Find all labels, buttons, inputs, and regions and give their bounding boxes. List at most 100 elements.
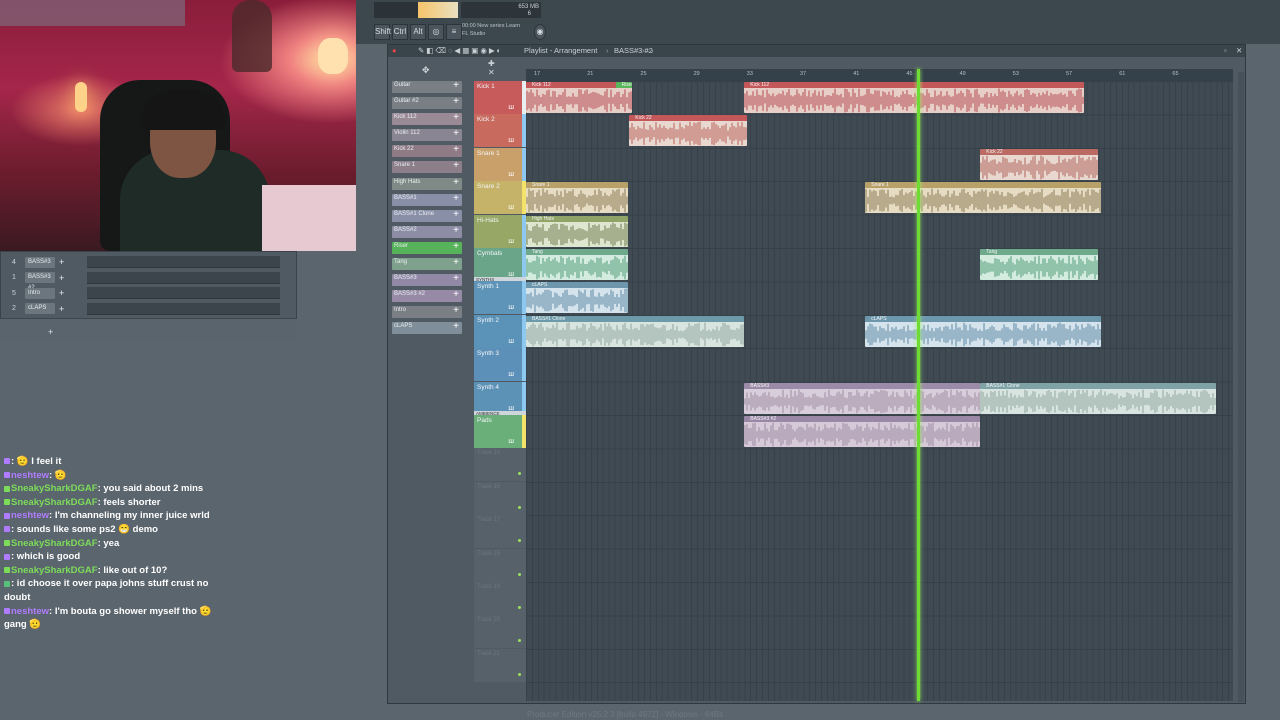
track-instrument-icon[interactable]: ш <box>508 137 514 144</box>
pattern-item[interactable]: Tang + <box>392 257 462 271</box>
pattern-item[interactable]: Riser + <box>392 241 462 254</box>
arrangement-grid[interactable]: Kick 112 Riser Kick 112 Kick 22 Kick 22 Snare… <box>526 81 1233 701</box>
add-pattern-icon[interactable]: + <box>453 112 459 123</box>
audio-clip[interactable]: Riser <box>615 82 633 113</box>
channel-row[interactable]: 1 BASS#3 #2 + <box>7 272 67 291</box>
audio-clip[interactable]: Kick 22 <box>629 115 748 147</box>
track-instrument-icon[interactable]: ш <box>508 304 514 311</box>
track-enable-icon[interactable] <box>518 672 521 676</box>
pattern-item[interactable]: BASS#3 + <box>392 273 462 287</box>
audio-clip[interactable]: Snare 1 <box>526 182 629 214</box>
track-header[interactable]: Snare 2 ш <box>474 181 526 215</box>
chat-username[interactable]: neshtew <box>11 470 49 481</box>
vertical-scrollbar[interactable] <box>1238 72 1244 702</box>
chat-username[interactable]: neshtew <box>11 510 49 521</box>
maximize-icon[interactable]: ▫ <box>1224 46 1227 55</box>
track-enable-icon[interactable] <box>518 606 521 609</box>
pattern-item[interactable]: BASS#3 #2 + <box>392 289 462 303</box>
plus-icon[interactable]: + <box>59 288 67 298</box>
plus-icon[interactable]: + <box>59 273 67 283</box>
add-pattern-icon[interactable]: + <box>453 321 459 332</box>
alt-key-button[interactable]: Alt <box>410 24 426 40</box>
chat-username[interactable]: SneakySharkDGAF <box>11 538 98 549</box>
audio-clip[interactable]: Kick 112 <box>744 82 1084 113</box>
pattern-item[interactable]: Snare 1 + <box>392 160 462 174</box>
track-header[interactable]: Synth 1 ш <box>474 281 526 315</box>
breadcrumb-nav-icons[interactable]: › ‹ › <box>642 46 654 55</box>
track-header[interactable]: Synth 2 ш <box>474 314 526 348</box>
track-enable-icon[interactable] <box>518 639 521 643</box>
plus-icon[interactable]: + <box>59 257 67 267</box>
pattern-item[interactable]: Guitar #2 + <box>392 96 462 110</box>
add-pattern-icon[interactable]: + <box>453 305 459 316</box>
audio-clip[interactable]: BASS#1 Clone <box>526 315 745 347</box>
empty-track-header[interactable]: Track 15 <box>474 448 526 482</box>
track-header[interactable]: Synth 4ш <box>474 381 526 415</box>
add-pattern-icon[interactable]: + <box>453 96 459 107</box>
add-channel-icon[interactable]: + <box>48 327 53 337</box>
pattern-item[interactable]: Kick 112 + <box>392 112 462 126</box>
channel-row[interactable]: 2 cLAPS + <box>7 303 67 315</box>
channel-name-button[interactable]: cLAPS <box>25 303 55 314</box>
chat-username[interactable]: SneakySharkDGAF <box>11 483 98 494</box>
track-header[interactable]: Snare 1 ш <box>474 147 526 181</box>
add-pattern-icon[interactable]: + <box>453 144 459 155</box>
audio-clip[interactable]: Kick 112 <box>526 82 629 113</box>
audio-clip[interactable]: Snare 1 <box>865 182 1102 214</box>
track-instrument-icon[interactable]: ш <box>508 238 514 245</box>
track-instrument-icon[interactable]: ш <box>508 438 514 445</box>
playhead[interactable] <box>916 69 920 701</box>
add-pattern-icon[interactable]: + <box>453 257 459 268</box>
add-pattern-icon[interactable]: + <box>453 241 459 252</box>
pattern-item[interactable]: BASS#1 + <box>392 193 462 206</box>
chat-username[interactable]: SneakySharkDGAF <box>11 497 98 508</box>
track-header[interactable]: Synth 3 ш <box>474 348 526 382</box>
add-pattern-icon[interactable]: + <box>453 80 459 91</box>
channel-row[interactable]: 4 BASS#3 + <box>7 256 67 268</box>
step-sequencer-row[interactable] <box>87 256 280 268</box>
plus-icon[interactable]: + <box>59 304 67 314</box>
shift-key-button[interactable]: Shift <box>374 24 391 40</box>
audio-clip[interactable]: High Hats <box>526 215 629 247</box>
audio-clip[interactable]: BASS#1 Clone <box>980 382 1217 414</box>
step-sequencer-row[interactable] <box>87 287 280 299</box>
audio-clip[interactable]: BASS#3 #2 <box>744 416 981 447</box>
add-pattern-icon[interactable]: + <box>453 177 459 188</box>
track-header[interactable]: Kick 2 ш <box>474 114 526 148</box>
snap-icon[interactable]: ◎ <box>428 24 444 40</box>
close-icon[interactable]: ✕ <box>1236 46 1242 55</box>
picker-move-icon[interactable]: ✥ <box>422 65 430 76</box>
timeline-ruler[interactable]: 17 21 25 29 33 37 41 45 49 53 57 61 65 <box>526 69 1233 81</box>
add-pattern-icon[interactable]: + <box>453 273 459 284</box>
step-sequencer-row[interactable] <box>87 302 280 315</box>
snap-tools-icon[interactable]: ✚ ✕ <box>488 59 495 77</box>
empty-track-header[interactable]: Track 18 <box>474 548 526 582</box>
pattern-item[interactable]: Intro + <box>392 305 462 319</box>
menu-icon[interactable]: ≡ <box>446 24 462 40</box>
track-instrument-icon[interactable]: ш <box>508 371 514 378</box>
audio-clip[interactable]: cLAPS <box>526 282 629 314</box>
add-pattern-icon[interactable]: + <box>453 128 459 139</box>
step-sequencer-row[interactable] <box>87 271 280 284</box>
pattern-item[interactable]: High Hats + <box>392 177 462 190</box>
pattern-item[interactable]: BASS#1 Clone + <box>392 209 462 222</box>
track-header[interactable]: Pads ш <box>474 415 526 448</box>
audio-clip[interactable]: BASS#3 <box>744 382 981 414</box>
add-pattern-icon[interactable]: + <box>453 289 459 300</box>
add-pattern-icon[interactable]: + <box>453 193 459 204</box>
track-instrument-icon[interactable]: ш <box>508 204 514 211</box>
add-pattern-icon[interactable]: + <box>453 209 459 220</box>
online-icon[interactable]: ◉ <box>534 24 546 40</box>
audio-clip[interactable]: Tang <box>980 249 1099 280</box>
track-enable-icon[interactable] <box>518 539 521 543</box>
track-enable-icon[interactable] <box>518 505 521 509</box>
add-pattern-icon[interactable]: + <box>453 225 459 236</box>
add-pattern-icon[interactable]: + <box>453 160 459 171</box>
track-header[interactable]: Kick 1 ш <box>474 81 526 114</box>
track-enable-icon[interactable] <box>518 472 521 476</box>
audio-clip[interactable]: cLAPS <box>865 315 1102 347</box>
audio-clip[interactable]: Kick 22 <box>980 148 1099 180</box>
record-icon[interactable]: ● <box>392 46 397 55</box>
tool-icons[interactable]: ✎◧⌫◌◀▦▣◉▶◐ <box>418 46 503 55</box>
empty-track-header[interactable]: Track 19 <box>474 582 526 615</box>
